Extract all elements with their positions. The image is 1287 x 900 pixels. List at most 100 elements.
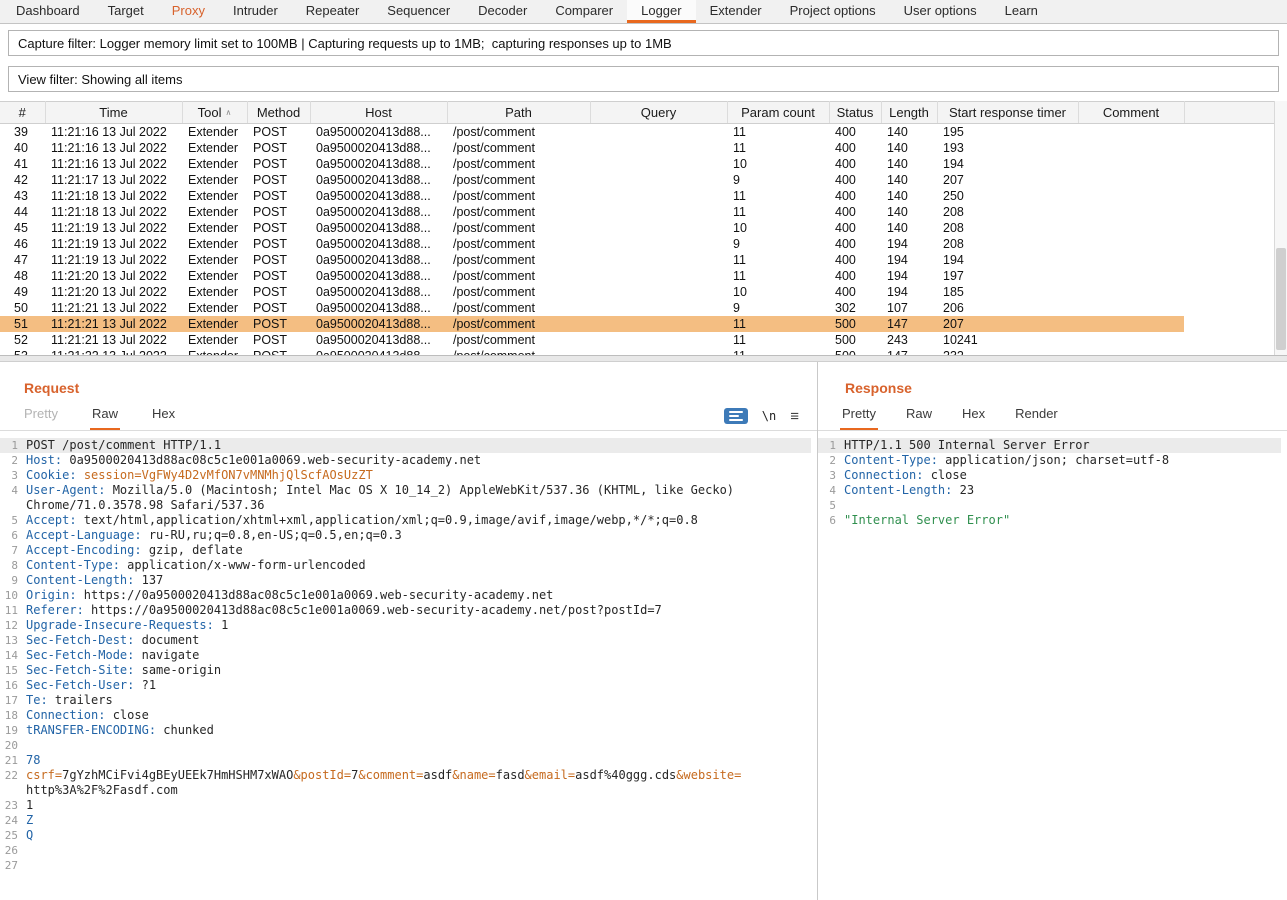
table-row[interactable]: 4111:21:16 13 Jul 2022ExtenderPOST0a9500… — [0, 156, 1287, 172]
line-number: 25 — [0, 828, 26, 843]
newline-toggle-icon[interactable]: \n — [762, 409, 776, 423]
cell-comment — [1078, 348, 1184, 356]
table-row[interactable]: 5011:21:21 13 Jul 2022ExtenderPOST0a9500… — [0, 300, 1287, 316]
cell-method: POST — [247, 188, 310, 204]
line-number: 18 — [0, 708, 26, 723]
menu-tab-target[interactable]: Target — [94, 0, 158, 23]
request-tab-raw[interactable]: Raw — [92, 406, 118, 430]
code-line: 25Q — [0, 828, 811, 843]
column-header-tool[interactable]: Tool∧ — [182, 102, 247, 124]
cell-filler — [1184, 300, 1287, 316]
request-tab-hex[interactable]: Hex — [152, 406, 175, 430]
table-row[interactable]: 4611:21:19 13 Jul 2022ExtenderPOST0a9500… — [0, 236, 1287, 252]
table-scrollbar[interactable] — [1274, 101, 1287, 355]
sort-ascending-icon: ∧ — [226, 108, 232, 117]
capture-filter-bar[interactable]: Capture filter: Logger memory limit set … — [8, 30, 1279, 56]
cell-path: /post/comment — [447, 188, 590, 204]
cell-param_count: 9 — [727, 300, 829, 316]
logger-table: #TimeTool∧MethodHostPathQueryParam count… — [0, 101, 1287, 355]
request-editor[interactable]: 1POST /post/comment HTTP/1.12Host: 0a950… — [0, 431, 817, 873]
menu-tab-extender[interactable]: Extender — [696, 0, 776, 23]
line-text: Content-Type: application/json; charset=… — [844, 453, 1281, 468]
line-number: 3 — [818, 468, 844, 483]
table-row[interactable]: 5111:21:21 13 Jul 2022ExtenderPOST0a9500… — [0, 316, 1287, 332]
column-header-param-count[interactable]: Param count — [727, 102, 829, 124]
menu-tab-comparer[interactable]: Comparer — [541, 0, 627, 23]
cell-id: 46 — [0, 236, 45, 252]
menu-tab-repeater[interactable]: Repeater — [292, 0, 373, 23]
column-header-time[interactable]: Time — [45, 102, 182, 124]
request-tab-pretty[interactable]: Pretty — [24, 406, 58, 430]
column-header-length[interactable]: Length — [881, 102, 937, 124]
cell-method: POST — [247, 220, 310, 236]
menu-tab-project-options[interactable]: Project options — [776, 0, 890, 23]
line-number: 5 — [0, 513, 26, 528]
table-row[interactable]: 3911:21:16 13 Jul 2022ExtenderPOST0a9500… — [0, 124, 1287, 140]
column-header-status[interactable]: Status — [829, 102, 881, 124]
table-row[interactable]: 5311:21:22 13 Jul 2022ExtenderPOST0a9500… — [0, 348, 1287, 356]
menu-tab-dashboard[interactable]: Dashboard — [2, 0, 94, 23]
column-header-comment[interactable]: Comment — [1078, 102, 1184, 124]
cell-filler — [1184, 252, 1287, 268]
cell-method: POST — [247, 140, 310, 156]
line-text: Host: 0a9500020413d88ac08c5c1e001a0069.w… — [26, 453, 811, 468]
menu-tab-sequencer[interactable]: Sequencer — [373, 0, 464, 23]
table-row[interactable]: 4511:21:19 13 Jul 2022ExtenderPOST0a9500… — [0, 220, 1287, 236]
table-row[interactable]: 4411:21:18 13 Jul 2022ExtenderPOST0a9500… — [0, 204, 1287, 220]
cell-id: 47 — [0, 252, 45, 268]
line-number: 22 — [0, 768, 26, 783]
line-text: User-Agent: Mozilla/5.0 (Macintosh; Inte… — [26, 483, 811, 513]
column-header-path[interactable]: Path — [447, 102, 590, 124]
cell-method: POST — [247, 156, 310, 172]
response-tab-raw[interactable]: Raw — [906, 406, 932, 430]
code-line: 17Te: trailers — [0, 693, 811, 708]
cell-status: 400 — [829, 188, 881, 204]
column-header-method[interactable]: Method — [247, 102, 310, 124]
response-tab-render[interactable]: Render — [1015, 406, 1058, 430]
line-number: 12 — [0, 618, 26, 633]
table-row[interactable]: 4211:21:17 13 Jul 2022ExtenderPOST0a9500… — [0, 172, 1287, 188]
response-editor[interactable]: 1HTTP/1.1 500 Internal Server Error2Cont… — [818, 431, 1287, 528]
table-row[interactable]: 4011:21:16 13 Jul 2022ExtenderPOST0a9500… — [0, 140, 1287, 156]
line-text: Origin: https://0a9500020413d88ac08c5c1e… — [26, 588, 811, 603]
cell-length: 140 — [881, 156, 937, 172]
column-header-number[interactable]: # — [0, 102, 45, 124]
menu-tab-logger[interactable]: Logger — [627, 0, 695, 23]
menu-tab-learn[interactable]: Learn — [991, 0, 1052, 23]
table-row[interactable]: 4811:21:20 13 Jul 2022ExtenderPOST0a9500… — [0, 268, 1287, 284]
table-scrollbar-thumb[interactable] — [1276, 248, 1286, 350]
line-text: Accept-Language: ru-RU,ru;q=0.8,en-US;q=… — [26, 528, 811, 543]
horizontal-splitter[interactable] — [0, 355, 1287, 362]
response-tab-pretty[interactable]: Pretty — [842, 406, 876, 430]
line-text — [26, 858, 811, 873]
cell-length: 243 — [881, 332, 937, 348]
column-header-host[interactable]: Host — [310, 102, 447, 124]
cell-method: POST — [247, 348, 310, 356]
cell-length: 140 — [881, 204, 937, 220]
cell-param_count: 11 — [727, 332, 829, 348]
column-header-query[interactable]: Query — [590, 102, 727, 124]
menu-tab-proxy[interactable]: Proxy — [158, 0, 219, 23]
cell-status: 500 — [829, 348, 881, 356]
cell-status: 400 — [829, 204, 881, 220]
cell-time: 11:21:16 13 Jul 2022 — [45, 156, 182, 172]
cell-param_count: 11 — [727, 124, 829, 140]
format-lines-icon[interactable] — [724, 408, 748, 424]
table-row[interactable]: 4311:21:18 13 Jul 2022ExtenderPOST0a9500… — [0, 188, 1287, 204]
line-text: Content-Length: 23 — [844, 483, 1281, 498]
menu-tab-intruder[interactable]: Intruder — [219, 0, 292, 23]
code-line: 24Z — [0, 813, 811, 828]
code-line: 11Referer: https://0a9500020413d88ac08c5… — [0, 603, 811, 618]
view-filter-bar[interactable]: View filter: Showing all items — [8, 66, 1279, 92]
table-row[interactable]: 4911:21:20 13 Jul 2022ExtenderPOST0a9500… — [0, 284, 1287, 300]
response-tab-hex[interactable]: Hex — [962, 406, 985, 430]
column-header-start-response-timer[interactable]: Start response timer — [937, 102, 1078, 124]
editor-menu-icon[interactable]: ≡ — [790, 409, 799, 424]
table-row[interactable]: 5211:21:21 13 Jul 2022ExtenderPOST0a9500… — [0, 332, 1287, 348]
cell-path: /post/comment — [447, 172, 590, 188]
cell-length: 147 — [881, 348, 937, 356]
menu-tab-user-options[interactable]: User options — [890, 0, 991, 23]
cell-comment — [1078, 172, 1184, 188]
menu-tab-decoder[interactable]: Decoder — [464, 0, 541, 23]
table-row[interactable]: 4711:21:19 13 Jul 2022ExtenderPOST0a9500… — [0, 252, 1287, 268]
